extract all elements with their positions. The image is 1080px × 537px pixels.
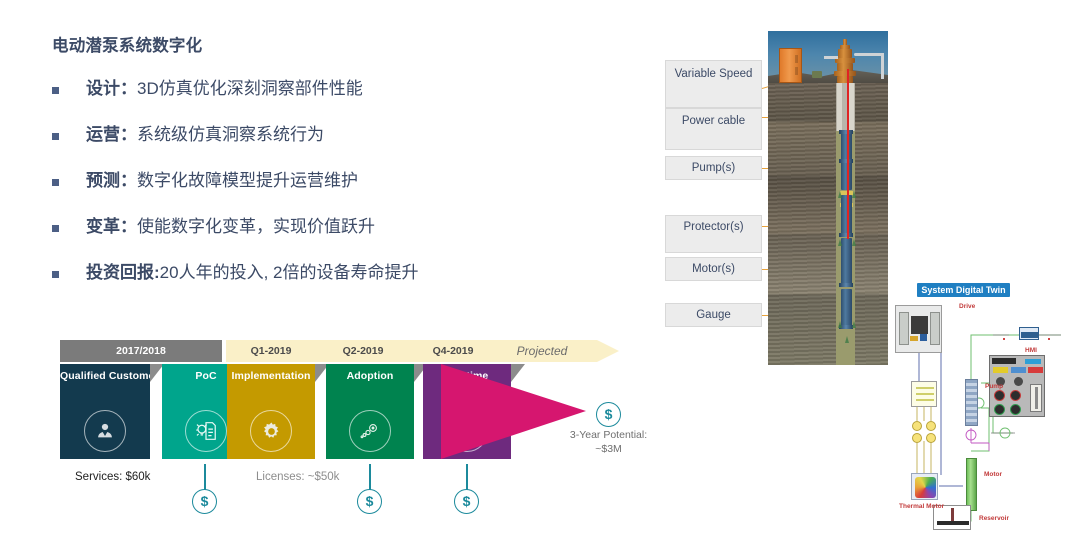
callout-gauge: Gauge bbox=[665, 303, 762, 327]
adoption-orbit-icon bbox=[349, 410, 391, 452]
gauge-section bbox=[840, 289, 852, 327]
bullet-label: 运营： bbox=[86, 125, 137, 144]
cost-services-label: Services: $60k bbox=[75, 471, 151, 483]
timeline-band-2017-2018: 2017/2018 bbox=[60, 340, 222, 362]
callout-variable-speed: Variable Speed bbox=[665, 60, 762, 108]
bullet-body: 3D仿真优化深刻洞察部件性能 bbox=[137, 79, 363, 98]
twin-label-hmi: HMI bbox=[1025, 347, 1037, 354]
money-connector bbox=[466, 464, 468, 491]
potential-line-1: 3-Year Potential: bbox=[569, 429, 648, 441]
flow-arrow-icon bbox=[838, 191, 842, 198]
bullet-square-icon bbox=[52, 225, 59, 232]
timeline-stage-adoption[interactable]: Adoption bbox=[326, 364, 428, 459]
surface-pipe-left bbox=[824, 56, 838, 59]
customer-icon bbox=[84, 410, 126, 452]
variable-speed-drive-cabinet-icon bbox=[779, 48, 802, 83]
money-badge: $ bbox=[192, 489, 217, 514]
twin-label-thermal-motor: Thermal Motor bbox=[899, 503, 945, 510]
timeline-band-q1-2019: Q1-2019 bbox=[250, 345, 292, 357]
twin-label-motor: Motor bbox=[984, 471, 1003, 478]
bullet-body: 使能数字化变革，实现价值跃升 bbox=[137, 217, 375, 236]
potential-line-2: ~$3M bbox=[595, 443, 622, 455]
flow-arrow-icon bbox=[852, 321, 856, 328]
transformer-coil-icon bbox=[912, 421, 922, 431]
drive-cabinet-image bbox=[895, 305, 942, 353]
list-item: 投资回报:20人年的投入, 2倍的设备寿命提升 bbox=[52, 262, 652, 308]
esp-power-cable bbox=[846, 69, 849, 239]
money-connector bbox=[369, 464, 371, 491]
bullet-label: 预测： bbox=[86, 171, 137, 190]
sap-badge-icon bbox=[1025, 359, 1041, 364]
money-connector bbox=[204, 464, 206, 491]
twin-label-pump: Pump bbox=[985, 383, 1004, 390]
list-item: 预测：数字化故障模型提升运营维护 bbox=[52, 170, 652, 216]
surface-pipe-right bbox=[854, 53, 884, 56]
timeline-band-q2-2019: Q2-2019 bbox=[342, 345, 384, 357]
timeline-stage-qualified-customer[interactable]: Qualified Customer bbox=[60, 364, 164, 459]
roadmap-timeline: 2017/2018 Q1-2019 Q2-2019 Q4-2019 Projec… bbox=[58, 340, 678, 535]
cost-licenses-label: Licenses: ~$50k bbox=[256, 471, 340, 483]
callout-power-cable: Power cable bbox=[665, 108, 762, 150]
callout-motors: Motor(s) bbox=[665, 257, 762, 281]
system-digital-twin-diagram: System Digital Twin Drive Pump HMI Motor… bbox=[893, 283, 1078, 535]
transformer-coil-icon bbox=[926, 421, 936, 431]
timeline-band-projected: Projected bbox=[516, 344, 568, 358]
pump-model-icon bbox=[965, 379, 978, 426]
thermal-motor-model-icon bbox=[911, 473, 938, 500]
bullet-square-icon bbox=[52, 179, 59, 186]
transformer-coil-icon bbox=[912, 433, 922, 443]
esp-well-cross-section-image bbox=[768, 31, 888, 365]
motor-section bbox=[840, 238, 852, 286]
ground-strata bbox=[768, 83, 888, 365]
terminal-block-icon bbox=[911, 381, 937, 407]
money-badge: $ bbox=[357, 489, 382, 514]
flow-arrow-icon bbox=[838, 321, 842, 328]
list-item: 运营：系统级仿真洞察系统行为 bbox=[52, 124, 652, 170]
callout-pumps: Pump(s) bbox=[665, 156, 762, 180]
wellhead-icon bbox=[834, 39, 856, 83]
surface-equipment-icon bbox=[812, 71, 822, 78]
bullet-square-icon bbox=[52, 133, 59, 140]
callout-protectors: Protector(s) bbox=[665, 215, 762, 253]
money-badge: $ bbox=[454, 489, 479, 514]
idea-document-icon bbox=[185, 410, 227, 452]
bullet-body: 系统级仿真洞察系统行为 bbox=[137, 125, 324, 144]
flow-arrow-icon bbox=[838, 239, 842, 246]
timeline-stage-implementation[interactable]: Implementation bbox=[227, 364, 329, 459]
flow-arrow-icon bbox=[845, 336, 849, 343]
tank-icon bbox=[1019, 327, 1039, 340]
timeline-band-q4-2019: Q4-2019 bbox=[432, 345, 474, 357]
motor-model-icon bbox=[966, 458, 977, 511]
list-item: 变革：使能数字化变革，实现价值跃升 bbox=[52, 216, 652, 262]
bullet-label: 设计： bbox=[86, 79, 137, 98]
motor-coupling bbox=[839, 283, 853, 287]
bullet-body: 20人年的投入, 2倍的设备寿命提升 bbox=[159, 263, 419, 282]
timeline-band-arrow-tip bbox=[597, 340, 619, 362]
stage-title: Adoption bbox=[346, 370, 394, 382]
bullet-square-icon bbox=[52, 271, 59, 278]
three-year-potential: 3-Year Potential: ~$3M bbox=[541, 428, 676, 456]
bullet-list: 设计：3D仿真优化深刻洞察部件性能 运营：系统级仿真洞察系统行为 预测：数字化故… bbox=[52, 78, 652, 308]
flow-arrow-icon bbox=[852, 191, 856, 198]
flow-arrow-icon bbox=[852, 239, 856, 246]
list-item: 设计：3D仿真优化深刻洞察部件性能 bbox=[52, 78, 652, 124]
bullet-label: 投资回报: bbox=[86, 263, 160, 282]
slide-canvas: 电动潜泵系统数字化 设计：3D仿真优化深刻洞察部件性能 运营：系统级仿真洞察系统… bbox=[0, 0, 1080, 537]
twin-label-reservoir: Reservoir bbox=[979, 515, 1009, 522]
bullet-body: 数字化故障模型提升运营维护 bbox=[137, 171, 358, 190]
bullet-label: 变革： bbox=[86, 217, 137, 236]
surface-pipe-riser bbox=[881, 53, 884, 79]
gear-icon bbox=[250, 410, 292, 452]
stage-title: Implementation bbox=[231, 370, 311, 382]
page-title: 电动潜泵系统数字化 bbox=[52, 37, 203, 55]
twin-label-drive: Drive bbox=[959, 303, 976, 310]
transformer-coil-icon bbox=[926, 433, 936, 443]
money-badge-total: $ bbox=[596, 402, 621, 427]
stage-title: Qualified Customer bbox=[60, 370, 150, 382]
bullet-square-icon bbox=[52, 87, 59, 94]
